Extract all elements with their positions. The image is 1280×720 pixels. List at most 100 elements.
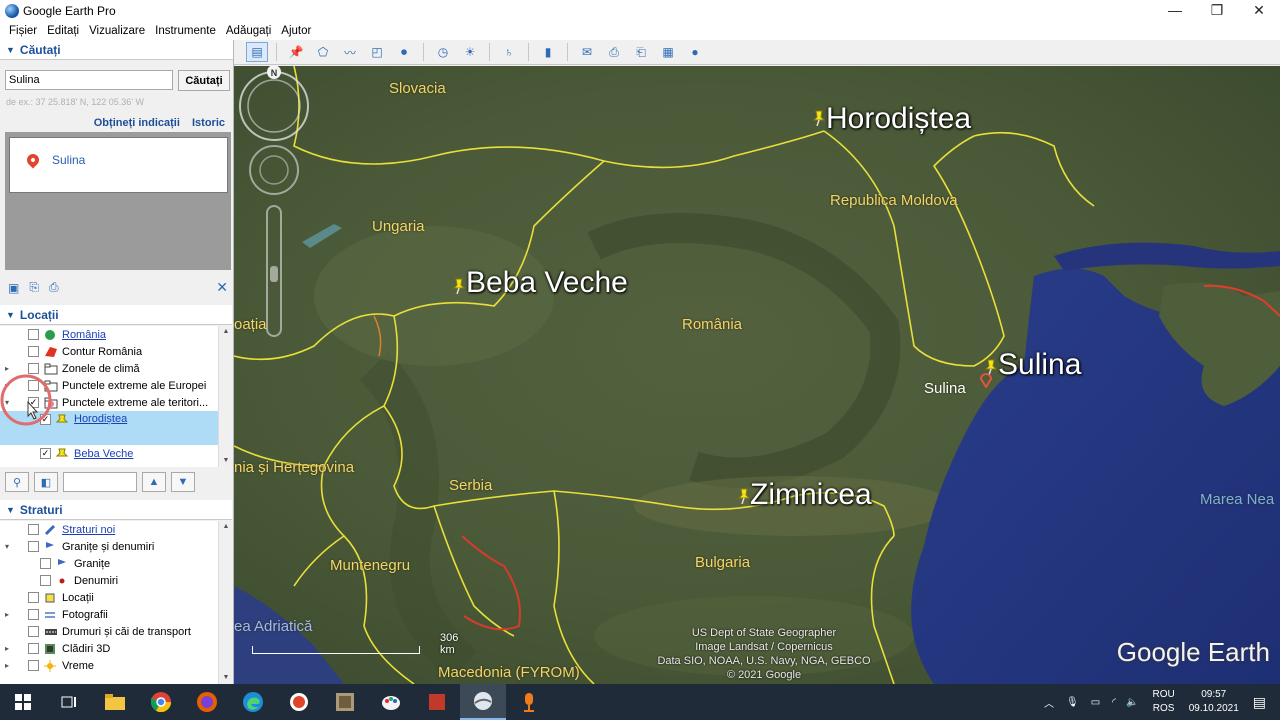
sunlight-icon[interactable]: ☀: [459, 42, 481, 62]
google-earth-taskbar-icon[interactable]: [460, 684, 506, 720]
file-explorer-icon[interactable]: [92, 684, 138, 720]
layers-scrollbar[interactable]: ▲ ▼: [218, 521, 232, 684]
search-input[interactable]: [5, 70, 173, 90]
task-view-icon[interactable]: [46, 684, 92, 720]
checkbox[interactable]: ✓: [40, 448, 51, 459]
placemark-beba-veche[interactable]: Beba Veche: [466, 266, 628, 300]
save-image-icon[interactable]: ⎗: [630, 42, 652, 62]
checkbox[interactable]: [28, 524, 39, 535]
places-item-label[interactable]: Horodiștea: [74, 413, 127, 425]
menu-tools[interactable]: Instrumente: [150, 25, 221, 37]
scroll-up-arrow-icon[interactable]: ▲: [219, 326, 233, 338]
planets-icon[interactable]: ♄: [498, 42, 520, 62]
layers-tree-item[interactable]: Straturi noi: [0, 521, 218, 538]
app-icon[interactable]: [322, 684, 368, 720]
places-filter-input[interactable]: [63, 472, 137, 492]
placemark-sulina[interactable]: Sulina: [998, 348, 1081, 382]
scroll-up-arrow-icon[interactable]: ▲: [219, 521, 233, 533]
sidebar-toggle-icon[interactable]: ▤: [246, 42, 268, 62]
map-view[interactable]: Slovacia Ungaria România Republica Moldo…: [234, 66, 1280, 684]
print-icon[interactable]: ⎙: [49, 280, 59, 295]
battery-icon[interactable]: ▭: [1091, 697, 1100, 708]
yellow-pushpin-icon[interactable]: [737, 488, 751, 504]
record-tour-icon[interactable]: ⏺: [393, 42, 415, 62]
layers-tree-item[interactable]: Drumuri și căi de transport: [0, 623, 218, 640]
search-button[interactable]: Căutați: [178, 70, 230, 91]
language-indicator[interactable]: ROU ROS: [1152, 688, 1174, 716]
earth-gallery-icon[interactable]: ●: [684, 42, 706, 62]
layers-tree-item[interactable]: Granițe: [0, 555, 218, 572]
clear-results-icon[interactable]: ✕: [216, 279, 228, 296]
copy-icon[interactable]: ⎘: [29, 280, 39, 295]
menu-help[interactable]: Ajutor: [276, 25, 316, 37]
placemark-horodistea[interactable]: Horodiștea: [826, 102, 971, 136]
checkbox[interactable]: [28, 541, 39, 552]
chrome-icon[interactable]: [138, 684, 184, 720]
layers-item-label[interactable]: Straturi noi: [62, 524, 115, 536]
layers-tree-item[interactable]: ▾ Granițe și denumiri: [0, 538, 218, 555]
historical-imagery-icon[interactable]: ◷: [432, 42, 454, 62]
restore-button[interactable]: ❐: [1196, 0, 1238, 22]
volume-icon[interactable]: 🔈: [1126, 697, 1138, 708]
edge-icon[interactable]: [230, 684, 276, 720]
layers-section-header[interactable]: ▼ Straturi: [0, 500, 232, 520]
places-section-header[interactable]: ▼ Locații: [0, 305, 232, 325]
layers-tree-item[interactable]: ▸ Clădiri 3D: [0, 640, 218, 657]
add-placemark-icon[interactable]: 📌: [285, 42, 307, 62]
history-link[interactable]: Istoric: [192, 117, 225, 129]
recorder-icon[interactable]: [276, 684, 322, 720]
checkbox[interactable]: [40, 558, 51, 569]
expand-arrow-icon[interactable]: ▸: [2, 610, 12, 619]
menu-file[interactable]: Fișier: [4, 25, 42, 37]
places-tree-item[interactable]: ✓ Beba Veche: [0, 445, 218, 462]
powertoys-icon[interactable]: [414, 684, 460, 720]
checkbox[interactable]: [28, 660, 39, 671]
microphone-icon[interactable]: 🎙: [1066, 697, 1079, 708]
checkbox[interactable]: [28, 329, 39, 340]
add-path-icon[interactable]: 〰: [339, 42, 361, 62]
move-down-arrow-icon[interactable]: ▼: [171, 472, 195, 492]
expand-arrow-icon[interactable]: ▸: [2, 661, 12, 670]
wifi-icon[interactable]: ◜: [1112, 697, 1116, 708]
show-hidden-icons[interactable]: ︿: [1044, 695, 1054, 710]
expand-arrow-icon[interactable]: ▸: [2, 644, 12, 653]
places-tree-item[interactable]: Contur România: [0, 343, 218, 360]
layers-tree-item[interactable]: Locații: [0, 589, 218, 606]
checkbox[interactable]: [40, 575, 51, 586]
placemark-zimnicea[interactable]: Zimnicea: [750, 478, 872, 512]
email-icon[interactable]: ✉: [576, 42, 598, 62]
menu-add[interactable]: Adăugați: [221, 25, 276, 37]
checkbox[interactable]: [28, 609, 39, 620]
print-icon[interactable]: ⎙: [603, 42, 625, 62]
places-item-label[interactable]: România: [62, 329, 106, 341]
search-section-header[interactable]: ▼ Căutați: [0, 40, 233, 60]
menu-edit[interactable]: Editați: [42, 25, 84, 37]
places-scrollbar[interactable]: ▲ ▼: [218, 326, 232, 467]
clock[interactable]: 09:57 09.10.2021: [1189, 688, 1239, 716]
search-result-item[interactable]: Sulina: [9, 137, 228, 193]
move-up-arrow-icon[interactable]: ▲: [142, 472, 166, 492]
paint-icon[interactable]: [368, 684, 414, 720]
scroll-down-arrow-icon[interactable]: ▼: [219, 672, 233, 684]
navigation-controls[interactable]: N: [234, 66, 314, 346]
add-folder-icon[interactable]: ▣: [8, 281, 19, 295]
toggle-panel-icon[interactable]: ◧: [34, 472, 58, 492]
windows-start-icon[interactable]: [0, 684, 46, 720]
notifications-icon[interactable]: ▤: [1253, 694, 1266, 711]
scroll-down-arrow-icon[interactable]: ▼: [219, 455, 233, 467]
checkbox[interactable]: [28, 643, 39, 654]
expand-arrow-icon[interactable]: ▾: [2, 542, 12, 551]
minimize-button[interactable]: —: [1154, 0, 1196, 22]
checkbox[interactable]: [28, 626, 39, 637]
layers-tree-item[interactable]: ▸ Fotografii: [0, 606, 218, 623]
close-button[interactable]: ✕: [1238, 0, 1280, 22]
add-overlay-icon[interactable]: ◰: [366, 42, 388, 62]
add-polygon-icon[interactable]: ⬠: [312, 42, 334, 62]
firefox-icon[interactable]: [184, 684, 230, 720]
red-pin-icon[interactable]: [979, 372, 993, 388]
places-tree-item[interactable]: România: [0, 326, 218, 343]
view-in-maps-icon[interactable]: ▦: [657, 42, 679, 62]
yellow-pushpin-icon[interactable]: [812, 110, 826, 126]
layers-tree-item[interactable]: ▸ Vreme: [0, 657, 218, 674]
search-result-label[interactable]: Sulina: [52, 153, 85, 167]
